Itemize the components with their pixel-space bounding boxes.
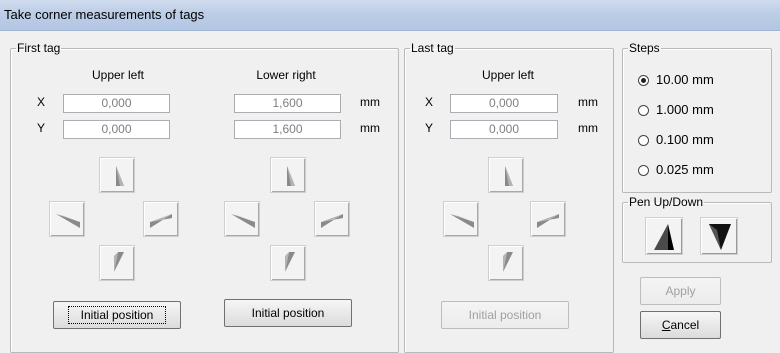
step-radio-0-025mm[interactable] <box>638 165 649 176</box>
window-title: Take corner measurements of tags <box>4 7 205 22</box>
arrow-left-icon[interactable] <box>224 201 260 237</box>
step-label-0-1mm: 0.100 mm <box>656 132 714 147</box>
steps-legend: Steps <box>629 41 660 55</box>
pen-up-icon[interactable] <box>645 217 683 255</box>
arrow-right-icon[interactable] <box>530 201 566 237</box>
arrow-up-icon[interactable] <box>488 157 524 193</box>
initial-position-label: Initial position <box>67 306 167 324</box>
apply-label: Apply <box>665 284 696 298</box>
arrow-up-icon[interactable] <box>270 157 306 193</box>
cancel-button[interactable]: Cancel <box>640 311 721 339</box>
last-initial-position-button[interactable]: Initial position <box>441 301 569 329</box>
first-lower-right-x-field[interactable]: 1,600 <box>234 94 341 113</box>
last-tag-legend: Last tag <box>411 41 454 55</box>
step-radio-10mm[interactable] <box>638 75 649 86</box>
cancel-label: Cancel <box>662 318 699 332</box>
first-upper-left-y-field[interactable]: 0,000 <box>63 120 170 139</box>
arrow-up-icon[interactable] <box>99 157 135 193</box>
first-upper-left-x-field[interactable]: 0,000 <box>63 94 170 113</box>
first-y-unit: mm <box>360 121 380 135</box>
last-upper-left-y-field[interactable]: 0,000 <box>450 120 558 139</box>
step-label-10mm: 10.00 mm <box>656 72 714 87</box>
arrow-right-icon[interactable] <box>314 201 350 237</box>
step-radio-0-1mm[interactable] <box>638 135 649 146</box>
last-y-label: Y <box>425 121 434 135</box>
arrow-down-icon[interactable] <box>270 245 306 281</box>
apply-button[interactable]: Apply <box>640 277 721 305</box>
initial-position-label: Initial position <box>251 306 325 320</box>
step-label-0-025mm: 0.025 mm <box>656 162 714 177</box>
first-lower-right-heading: Lower right <box>256 68 316 82</box>
arrow-down-icon[interactable] <box>488 245 524 281</box>
first-lower-right-initial-position-button[interactable]: Initial position <box>224 299 352 327</box>
first-x-label: X <box>37 95 46 109</box>
first-upper-left-initial-position-button[interactable]: Initial position <box>53 301 181 329</box>
step-radio-1mm[interactable] <box>638 105 649 116</box>
first-y-label: Y <box>37 121 46 135</box>
first-lower-right-y-field[interactable]: 1,600 <box>234 120 341 139</box>
arrow-left-icon[interactable] <box>443 201 479 237</box>
first-x-unit: mm <box>360 95 380 109</box>
last-x-label: X <box>425 95 434 109</box>
arrow-right-icon[interactable] <box>143 201 179 237</box>
step-label-1mm: 1.000 mm <box>656 102 714 117</box>
initial-position-label: Initial position <box>468 308 542 322</box>
radio-selected-dot <box>641 78 646 83</box>
last-y-unit: mm <box>578 121 598 135</box>
first-tag-legend: First tag <box>17 41 61 55</box>
pen-legend: Pen Up/Down <box>629 195 704 209</box>
last-x-unit: mm <box>578 95 598 109</box>
title-bar: Take corner measurements of tags <box>0 0 780 31</box>
arrow-left-icon[interactable] <box>49 201 85 237</box>
last-upper-left-heading: Upper left <box>481 68 535 82</box>
dialog-body: First tag Upper left Lower right X Y 0,0… <box>0 31 780 353</box>
arrow-down-icon[interactable] <box>99 245 135 281</box>
pen-down-icon[interactable] <box>700 217 738 255</box>
first-upper-left-heading: Upper left <box>91 68 145 82</box>
last-upper-left-x-field[interactable]: 0,000 <box>450 94 558 113</box>
cancel-label-rest: ancel <box>670 318 700 332</box>
